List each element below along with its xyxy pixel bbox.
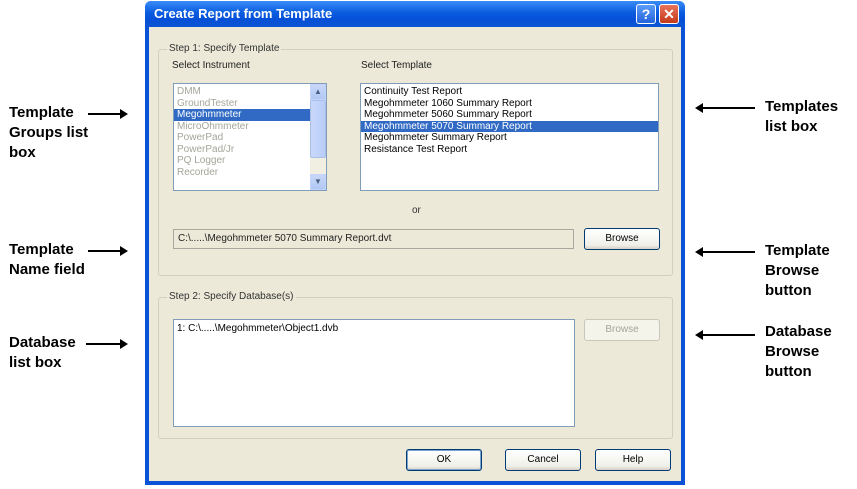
select-template-label: Select Template [361, 60, 432, 71]
database-list-annotation: Database list box [9, 333, 76, 373]
list-item[interactable]: PowerPad/Jr [174, 144, 312, 156]
list-item[interactable]: DMM [174, 86, 312, 98]
dialog-client: Step 1: Specify Template Select Instrume… [149, 27, 681, 481]
annotation-line: Groups list [9, 124, 89, 141]
database-browse-button[interactable]: Browse [584, 319, 660, 341]
database-items: 1: C:\.....\Megohmmeter\Object1.dvb [174, 320, 574, 335]
template-groups-arrow [88, 109, 128, 119]
template-groups-annotation: Template Groups list box [9, 103, 88, 163]
list-item[interactable]: Megohmmeter [174, 109, 312, 121]
template-listbox[interactable]: Continuity Test Report Megohmmeter 1060 S… [360, 83, 659, 191]
list-item[interactable]: Megohmmeter Summary Report [361, 132, 658, 144]
list-item[interactable]: Megohmmeter 5060 Summary Report [361, 109, 658, 121]
or-separator: or [412, 205, 421, 216]
templates-list-annotation: Templates list box [765, 97, 838, 137]
template-browse-annotation: Template Browse button [765, 241, 830, 301]
title-bar[interactable]: Create Report from Template ? ✕ [145, 1, 685, 27]
template-name-field[interactable]: C:\.....\Megohmmeter 5070 Summary Report… [173, 229, 574, 249]
database-listbox[interactable]: 1: C:\.....\Megohmmeter\Object1.dvb [173, 319, 575, 427]
annotation-line: Database [9, 334, 76, 351]
template-browse-arrow [695, 247, 755, 257]
select-instrument-label: Select Instrument [172, 60, 250, 71]
annotation-line: button [765, 282, 812, 299]
annotation-line: Browse [765, 262, 820, 279]
database-list-arrow [86, 339, 128, 349]
cancel-button[interactable]: Cancel [505, 449, 581, 471]
list-item[interactable]: Continuity Test Report [361, 86, 658, 98]
annotation-line: button [765, 363, 812, 380]
list-item[interactable]: MicroOhmmeter [174, 121, 312, 133]
annotation-line: Browse [765, 343, 820, 360]
close-icon[interactable]: ✕ [659, 4, 679, 24]
annotation-line: list box [765, 118, 818, 135]
dialog-window: Create Report from Template ? ✕ Step 1: … [145, 1, 685, 485]
scroll-up-icon[interactable]: ▲ [310, 84, 326, 100]
template-browse-button[interactable]: Browse [584, 228, 660, 250]
help-button[interactable]: Help [595, 449, 671, 471]
template-name-arrow [88, 246, 128, 256]
database-browse-annotation: Database Browse button [765, 322, 832, 382]
annotation-line: Template [765, 242, 830, 259]
template-items: Continuity Test Report Megohmmeter 1060 S… [361, 84, 658, 155]
annotation-line: Template [9, 104, 74, 121]
database-browse-arrow [695, 330, 755, 340]
instrument-listbox[interactable]: DMM GroundTester Megohmmeter MicroOhmmeter P… [173, 83, 327, 191]
list-item[interactable]: Recorder [174, 167, 312, 179]
template-name-annotation: Template Name field [9, 240, 85, 280]
step1-group: Step 1: Specify Template Select Instrume… [158, 43, 673, 276]
ok-button[interactable]: OK [406, 449, 482, 471]
list-item[interactable]: PowerPad [174, 132, 312, 144]
annotation-line: Template [9, 241, 74, 258]
list-item[interactable]: PQ Logger [174, 155, 312, 167]
annotation-line: Templates [765, 98, 839, 115]
list-item[interactable]: 1: C:\.....\Megohmmeter\Object1.dvb [174, 323, 574, 335]
scroll-thumb[interactable] [310, 100, 326, 158]
scroll-down-icon[interactable]: ▼ [310, 174, 326, 190]
annotation-line: list box [9, 354, 62, 371]
instrument-items: DMM GroundTester Megohmmeter MicroOhmmeter P… [174, 84, 312, 178]
annotation-line: Name field [9, 261, 85, 278]
help-icon[interactable]: ? [636, 4, 656, 24]
step2-group: Step 2: Specify Database(s) 1: C:\.....\… [158, 291, 673, 439]
annotation-line: box [9, 144, 36, 161]
step1-legend: Step 1: Specify Template [167, 43, 282, 54]
list-item[interactable]: Resistance Test Report [361, 144, 658, 156]
dialog-title: Create Report from Template [154, 6, 333, 21]
list-item[interactable]: Megohmmeter 1060 Summary Report [361, 98, 658, 110]
list-item[interactable]: GroundTester [174, 98, 312, 110]
templates-list-arrow [695, 103, 755, 113]
list-item[interactable]: Megohmmeter 5070 Summary Report [361, 120, 658, 132]
instrument-scrollbar[interactable]: ▲ ▼ [310, 84, 326, 190]
annotation-line: Database [765, 323, 832, 340]
step2-legend: Step 2: Specify Database(s) [167, 291, 296, 302]
